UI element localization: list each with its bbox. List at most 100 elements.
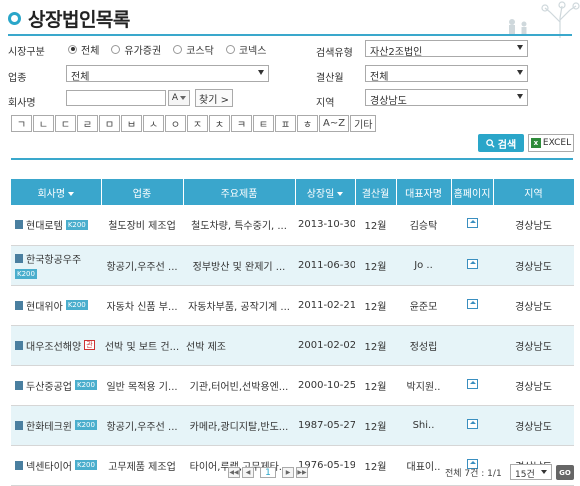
index-key[interactable]: ㅍ <box>275 115 296 132</box>
homepage-icon[interactable] <box>466 378 478 389</box>
first-page-button[interactable]: ◀◀ <box>228 467 240 478</box>
company-info-icon[interactable] <box>15 460 23 470</box>
title-bullet-icon <box>8 11 21 25</box>
next-page-button[interactable]: ▶ <box>282 467 294 478</box>
products-cell: 기관,터어빈,선박용엔... <box>183 365 295 406</box>
excel-icon: x <box>530 138 541 148</box>
region-select[interactable]: 경상남도 <box>365 89 528 106</box>
col-header-company[interactable]: 회사명 <box>11 179 102 205</box>
go-button[interactable]: GO <box>556 465 574 480</box>
font-select-button[interactable]: A <box>168 90 190 106</box>
market-radio-kospi[interactable]: 유가증권 <box>111 42 161 57</box>
sort-arrow-icon <box>68 191 75 196</box>
ceo-cell: 김승탁 <box>396 205 451 246</box>
company-label: 회사명 <box>8 98 36 109</box>
table-row: 대우조선해양 관 선박 및 보트 건... 선박 제조 2001-02-02 12… <box>11 325 574 366</box>
index-key[interactable]: A~Z <box>319 115 350 132</box>
col-header-industry: 업종 <box>101 179 184 205</box>
index-key[interactable]: ㄹ <box>77 115 98 132</box>
index-key[interactable]: ㅊ <box>209 115 230 132</box>
current-page-number[interactable]: 1 <box>260 467 276 478</box>
ceo-cell: 정성립 <box>396 325 451 366</box>
company-name-link[interactable]: 한국항공우주 <box>26 251 81 266</box>
products-cell: 타이어,루랩,고무제타... <box>183 445 295 486</box>
index-key[interactable]: ㅁ <box>99 115 120 132</box>
ceo-cell: 대표이.. <box>396 445 451 486</box>
homepage-icon[interactable] <box>466 298 478 309</box>
chevron-down-icon <box>517 70 523 75</box>
index-key[interactable]: ㄷ <box>55 115 76 132</box>
table-row: 두산중공업 K200 일반 목적용 기... 기관,터어빈,선박용엔... 200… <box>11 365 574 406</box>
index-key-bar: ㄱ ㄴ ㄷ ㄹ ㅁ ㅂ ㅅ ㅇ ㅈ ㅊ ㅋ ㅌ ㅍ ㅎ A~Z 기타 <box>11 115 377 132</box>
homepage-icon[interactable] <box>466 258 478 269</box>
company-name-input[interactable] <box>66 90 166 106</box>
page-title-row: 상장법인목록 <box>8 5 130 31</box>
col-header-fiscal-month: 결산월 <box>355 179 397 205</box>
ceo-cell: Jo .. <box>396 245 451 286</box>
region-cell: 경상남도 <box>493 285 574 326</box>
company-info-icon[interactable] <box>15 340 23 350</box>
table-row: 한화테크윈 K200 항공기,우주선 ... 카메라,광디지탈,반도... 198… <box>11 405 574 446</box>
fiscal-month-cell: 12월 <box>355 205 396 246</box>
index-key[interactable]: ㄱ <box>11 115 32 132</box>
industry-label: 업종 <box>8 73 27 84</box>
industry-cell: 항공기,우주선 ... <box>101 245 183 286</box>
market-radio-konex[interactable]: 코넥스 <box>225 42 266 57</box>
products-cell: 철도차량, 특수중기, ... <box>183 205 295 246</box>
company-info-icon[interactable] <box>15 300 23 310</box>
company-name-link[interactable]: 대우조선해양 <box>26 338 81 353</box>
search-type-select[interactable]: 자산2조법인 <box>365 40 528 57</box>
last-page-button[interactable]: ▶▶ <box>296 467 308 478</box>
per-page-select[interactable]: 15건 <box>510 464 552 480</box>
k200-badge: K200 <box>75 460 97 470</box>
company-info-icon[interactable] <box>15 254 23 263</box>
find-button[interactable]: 찾기 > <box>195 89 233 107</box>
region-cell: 경상남도 <box>493 365 574 406</box>
company-info-icon[interactable] <box>15 420 23 430</box>
search-type-label: 검색유형 <box>316 48 353 59</box>
index-key[interactable]: ㅇ <box>165 115 186 132</box>
company-name-link[interactable]: 현대로템 <box>26 217 63 232</box>
company-name-link[interactable]: 한화테크윈 <box>26 418 72 433</box>
fiscal-month-cell: 12월 <box>355 405 396 446</box>
company-name-link[interactable]: 두산중공업 <box>26 378 72 393</box>
company-info-icon[interactable] <box>15 220 23 230</box>
index-key[interactable]: ㅅ <box>143 115 164 132</box>
region-cell: 경상남도 <box>493 205 574 246</box>
col-header-ceo: 대표자명 <box>396 179 452 205</box>
index-key[interactable]: ㅈ <box>187 115 208 132</box>
industry-cell: 철도장비 제조업 <box>101 205 183 246</box>
industry-select[interactable]: 전체 <box>66 65 269 82</box>
decorative-tree-icon <box>509 1 580 38</box>
chevron-down-icon <box>517 45 523 50</box>
fiscal-month-select[interactable]: 전체 <box>365 65 528 82</box>
k200-badge: K200 <box>65 219 88 230</box>
products-cell: 카메라,광디지탈,반도... <box>183 405 295 446</box>
table-row: 현대위아 K200 자동차 신품 부... 자동차부품, 공작기계 ... 201… <box>11 285 574 326</box>
col-header-listed-date[interactable]: 상장일 <box>295 179 356 205</box>
products-cell: 자동차부품, 공작기계 ... <box>183 285 295 326</box>
company-info-icon[interactable] <box>15 380 23 390</box>
company-name-link[interactable]: 넥센타이어 <box>26 458 72 473</box>
managed-badge: 관 <box>84 340 95 350</box>
market-label: 시장구분 <box>8 47 45 58</box>
table-header-row: 회사명 업종 주요제품 상장일 결산월 대표자명 홈페이지 지역 <box>11 179 575 205</box>
excel-download-button[interactable]: x EXCEL <box>528 134 574 152</box>
homepage-icon[interactable] <box>466 218 478 229</box>
col-header-products: 주요제품 <box>183 179 296 205</box>
homepage-icon[interactable] <box>466 418 478 429</box>
prev-page-button[interactable]: ◀ <box>242 467 254 478</box>
index-key[interactable]: ㅎ <box>297 115 318 132</box>
index-key[interactable]: ㅌ <box>253 115 274 132</box>
index-key[interactable]: ㄴ <box>33 115 54 132</box>
market-radio-all[interactable]: 전체 <box>68 42 99 57</box>
index-key[interactable]: ㅋ <box>231 115 252 132</box>
index-key[interactable]: ㅂ <box>121 115 142 132</box>
fiscal-month-cell: 12월 <box>355 285 396 326</box>
index-key[interactable]: 기타 <box>350 115 377 132</box>
table-row: 넥센타이어K200 고무제품 제조업 타이어,루랩,고무제타... 1976-0… <box>11 445 574 486</box>
company-name-link[interactable]: 현대위아 <box>26 298 63 313</box>
search-icon <box>486 138 495 148</box>
market-radio-kosdaq[interactable]: 코스닥 <box>173 42 214 57</box>
search-button[interactable]: 검색 <box>478 134 524 152</box>
